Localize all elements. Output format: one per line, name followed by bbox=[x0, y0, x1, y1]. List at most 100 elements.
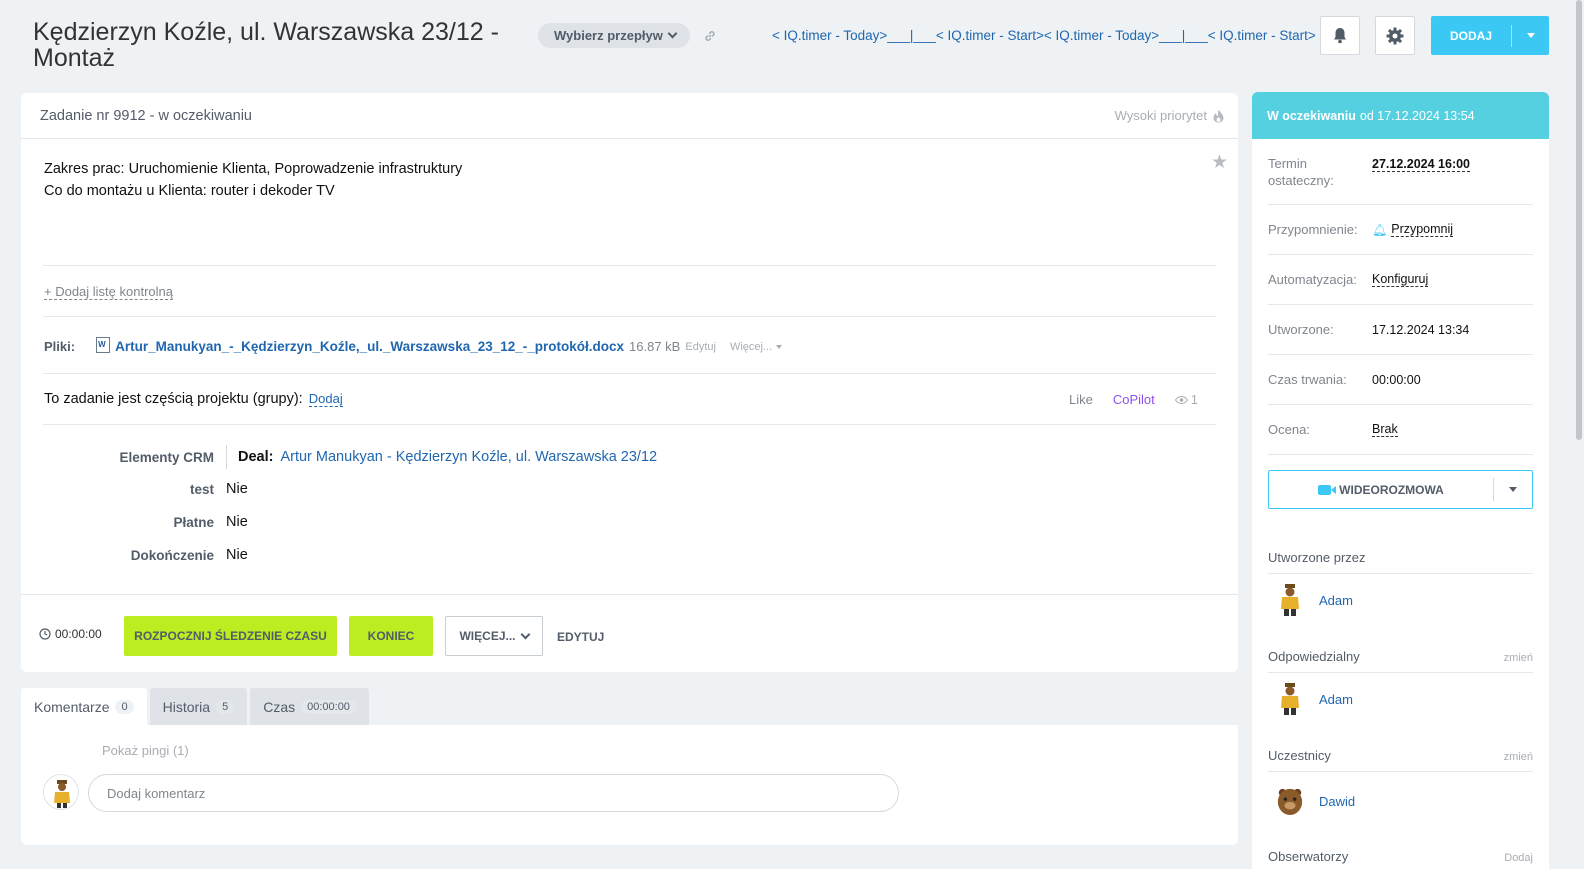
deal-label: Deal: bbox=[238, 449, 274, 465]
tab-label: Historia bbox=[162, 698, 211, 715]
divider bbox=[43, 373, 1216, 374]
more-actions-button[interactable]: WIĘCEJ... bbox=[445, 616, 543, 656]
more-actions-label: WIĘCEJ... bbox=[459, 629, 516, 643]
file-more-menu[interactable]: Więcej... bbox=[729, 340, 783, 353]
video-call-label: WIDEOROZMOWA bbox=[1339, 482, 1444, 497]
tab-count: 5 bbox=[216, 699, 235, 714]
video-call-main[interactable]: WIDEOROZMOWA bbox=[1269, 483, 1493, 497]
tab-history[interactable]: Historia 5 bbox=[149, 688, 248, 725]
crm-field-row: Elementy CRM Deal: Artur Manukyan - Kędz… bbox=[21, 445, 657, 469]
edit-button[interactable]: EDYTUJ bbox=[557, 630, 604, 644]
rating-label: Ocena: bbox=[1268, 422, 1310, 437]
add-button-label: DODAJ bbox=[1449, 28, 1492, 43]
observers-label: Obserwatorzy bbox=[1268, 849, 1349, 864]
duration-label: Czas trwania: bbox=[1268, 372, 1347, 387]
observers-section: Obserwatorzy Dodaj bbox=[1268, 849, 1533, 869]
copilot-button[interactable]: CoPilot bbox=[1113, 392, 1155, 407]
user-name[interactable]: Adam bbox=[1319, 593, 1353, 608]
comments-panel: Pokaż pingi (1) bbox=[21, 725, 1238, 845]
add-checklist-link[interactable]: + Dodaj listę kontrolną bbox=[44, 284, 173, 300]
divider bbox=[43, 316, 1216, 317]
start-time-tracking-button[interactable]: ROZPOCZNIJ ŚLEDZENIE CZASU bbox=[124, 616, 337, 656]
change-participants-link[interactable]: zmień bbox=[1504, 751, 1533, 763]
user-avatar-icon bbox=[1277, 788, 1303, 815]
deadline-value[interactable]: 27.12.2024 16:00 bbox=[1372, 157, 1471, 172]
tabs-bar: Komentarze 0 Historia 5 Czas 00:00:00 bbox=[21, 688, 369, 725]
add-checklist-label: + Dodaj listę kontrolną bbox=[44, 284, 173, 300]
task-card: Zadanie nr 9912 - w oczekiwaniu Wysoki p… bbox=[21, 93, 1238, 672]
add-dropdown-toggle[interactable] bbox=[1512, 33, 1549, 38]
tab-count: 0 bbox=[115, 699, 134, 714]
participants-section: Uczestnicy zmień bbox=[1268, 748, 1533, 772]
video-call-button[interactable]: WIDEOROZMOWA bbox=[1268, 470, 1533, 509]
files-label: Pliki: bbox=[44, 339, 76, 354]
responsible-label: Odpowiedzialny bbox=[1268, 649, 1360, 664]
user-name[interactable]: Dawid bbox=[1319, 794, 1355, 809]
eye-icon bbox=[1174, 395, 1188, 404]
task-description: Zakres prac: Uruchomienie Klienta, Popro… bbox=[44, 158, 462, 202]
add-observer-link[interactable]: Dodaj bbox=[1504, 852, 1533, 864]
comment-input[interactable] bbox=[88, 774, 899, 812]
deal-link[interactable]: Artur Manukyan - Kędzierzyn Koźle, ul. W… bbox=[280, 449, 657, 465]
automation-label: Automatyzacja: bbox=[1268, 272, 1357, 287]
reminder-link[interactable]: Przypomnij bbox=[1391, 222, 1454, 237]
project-add-link[interactable]: Dodaj bbox=[308, 391, 343, 407]
automation-link[interactable]: Konfiguruj bbox=[1372, 272, 1429, 287]
crm-label: Elementy CRM bbox=[119, 449, 214, 465]
star-icon[interactable]: ★ bbox=[1211, 151, 1228, 174]
select-flow-button[interactable]: Wybierz przepływ bbox=[538, 23, 690, 48]
finish-button[interactable]: KONIEC bbox=[349, 616, 433, 656]
duration-value: 00:00:00 bbox=[1372, 372, 1421, 387]
automation-row: Automatyzacja: Konfiguruj bbox=[1268, 255, 1533, 305]
priority-toggle[interactable]: Wysoki priorytet bbox=[1115, 108, 1224, 123]
show-pings-link[interactable]: Pokaż pingi (1) bbox=[102, 743, 189, 758]
tab-time[interactable]: Czas 00:00:00 bbox=[250, 688, 369, 725]
page-scrollbar[interactable] bbox=[1576, 0, 1582, 440]
task-heading: Zadanie nr 9912 - w oczekiwaniu bbox=[40, 107, 252, 124]
avatar bbox=[1276, 682, 1304, 716]
video-call-dropdown[interactable] bbox=[1494, 487, 1532, 492]
flame-icon bbox=[1213, 109, 1224, 122]
status-header: W oczekiwaniu od 17.12.2024 13:54 bbox=[1252, 92, 1549, 139]
rating-value[interactable]: Brak bbox=[1372, 422, 1398, 437]
clock-icon bbox=[39, 628, 51, 640]
participant-user[interactable]: Dawid bbox=[1276, 784, 1355, 818]
settings-button[interactable] bbox=[1375, 16, 1415, 55]
views-counter: 1 bbox=[1174, 392, 1198, 407]
add-button[interactable]: DODAJ bbox=[1431, 16, 1549, 55]
bell-icon: 🔔︎ bbox=[1372, 222, 1388, 237]
notifications-button[interactable] bbox=[1320, 16, 1360, 55]
file-edit-link[interactable]: Edytuj bbox=[685, 341, 716, 353]
timer: 00:00:00 bbox=[39, 627, 102, 641]
created-by-user[interactable]: Adam bbox=[1276, 583, 1353, 617]
divider bbox=[43, 265, 1216, 266]
timer-value: 00:00:00 bbox=[55, 627, 102, 641]
done-value: Nie bbox=[226, 547, 248, 563]
avatar bbox=[1276, 784, 1304, 818]
caret-down-icon bbox=[1526, 33, 1535, 38]
priority-label: Wysoki priorytet bbox=[1114, 108, 1207, 123]
video-camera-icon bbox=[1318, 484, 1337, 495]
caret-down-icon bbox=[1509, 487, 1517, 492]
select-flow-label: Wybierz przepływ bbox=[554, 28, 663, 43]
link-icon[interactable] bbox=[703, 29, 717, 43]
user-name[interactable]: Adam bbox=[1319, 692, 1353, 707]
iq-timer-links[interactable]: < IQ.timer - Today>___|___< IQ.timer - S… bbox=[772, 28, 1316, 43]
avatar bbox=[1276, 583, 1304, 617]
chevron-down-icon bbox=[520, 629, 530, 639]
file-link[interactable]: Artur_Manukyan_-_Kędzierzyn_Koźle,_ul._W… bbox=[115, 339, 624, 354]
tab-comments[interactable]: Komentarze 0 bbox=[21, 688, 147, 725]
deadline-label: Termin ostateczny: bbox=[1268, 155, 1334, 188]
change-responsible-link[interactable]: zmień bbox=[1504, 652, 1533, 664]
created-label: Utworzone: bbox=[1268, 322, 1334, 337]
caret-down-icon bbox=[776, 344, 783, 349]
file-more-label: Więcej... bbox=[729, 340, 773, 353]
reminder-label: Przypomnienie: bbox=[1268, 222, 1358, 237]
deadline-row: Termin ostateczny: 27.12.2024 16:00 bbox=[1268, 139, 1533, 205]
rating-row: Ocena: Brak bbox=[1268, 405, 1533, 455]
user-avatar-icon bbox=[54, 780, 70, 808]
user-avatar-icon bbox=[1281, 683, 1299, 715]
responsible-user[interactable]: Adam bbox=[1276, 682, 1353, 716]
like-button[interactable]: Like bbox=[1069, 392, 1093, 407]
tab-count: 00:00:00 bbox=[301, 699, 356, 714]
